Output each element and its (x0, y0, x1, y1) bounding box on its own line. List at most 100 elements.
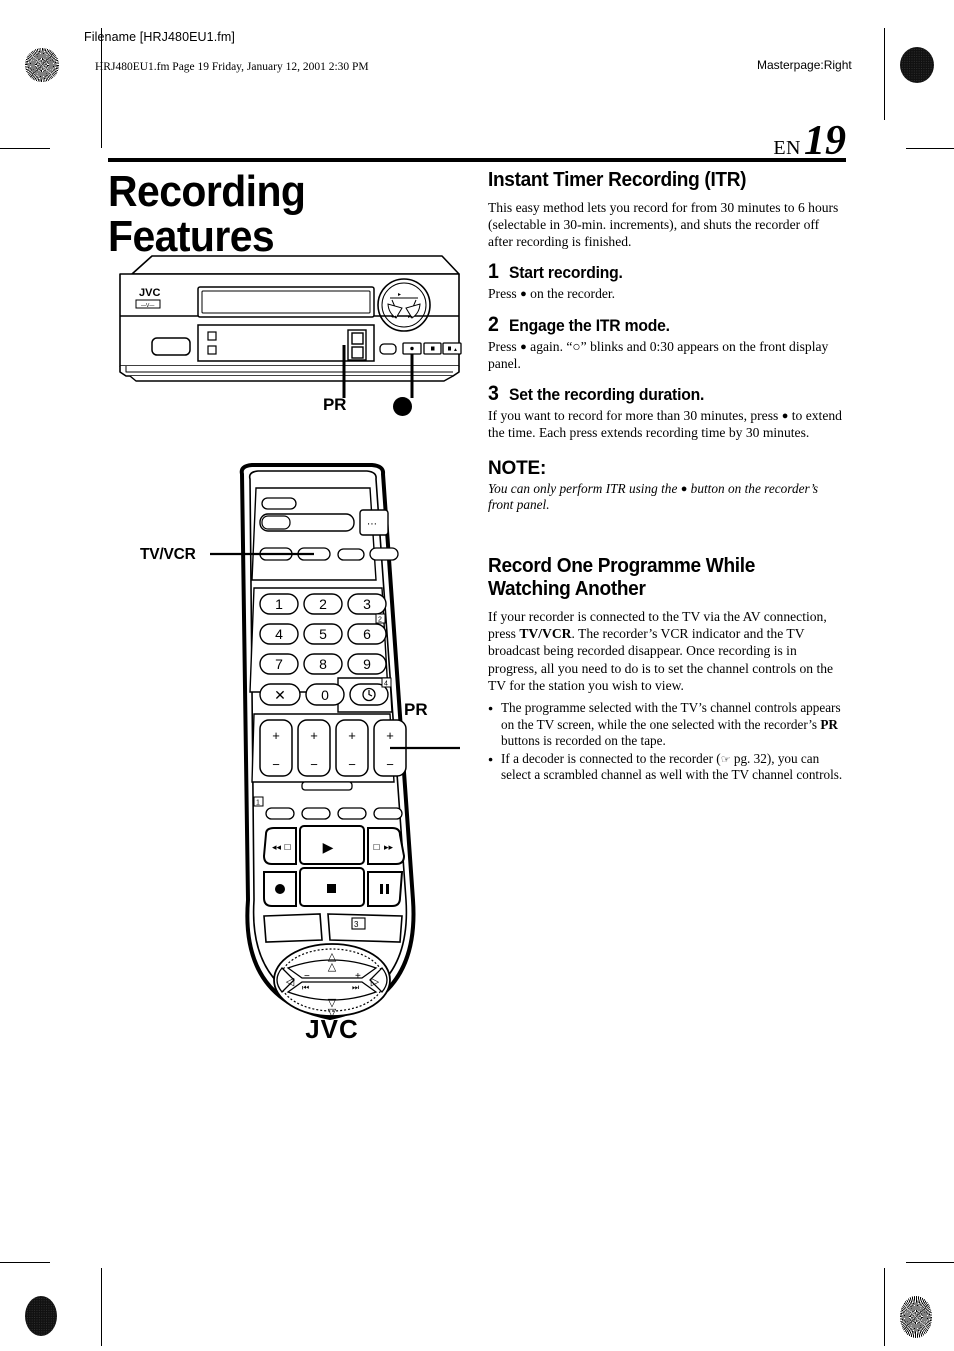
svg-text:+: + (272, 728, 280, 743)
note-heading: NOTE: (488, 457, 547, 479)
note-body-pre: You can only perform ITR using the (488, 480, 681, 496)
svg-text:☐: ☐ (373, 843, 380, 852)
remote-pr-callout-label: PR (404, 700, 428, 719)
svg-text:1: 1 (275, 596, 283, 612)
registration-mark-bottom-right (869, 1291, 895, 1317)
bullet-2-text-a: If a decoder is connected to the recorde… (501, 750, 721, 766)
svg-text:+: + (348, 728, 356, 743)
step-2: 2 Engage the ITR mode. (488, 314, 846, 336)
svg-text:▶: ▶ (323, 840, 334, 856)
step-1-body-post: on the recorder. (526, 286, 616, 302)
list-item: The programme selected with the TV’s cha… (488, 700, 846, 750)
svg-text:⋯: ⋯ (367, 519, 377, 530)
svg-text:4: 4 (275, 626, 283, 642)
registration-mark-top-left (70, 52, 96, 78)
page-root: Filename [HRJ480EU1.fm] HRJ480EU1.fm Pag… (0, 0, 954, 1351)
step-1-number: 1 (488, 260, 499, 284)
registration-mark-mid-left (21, 660, 47, 686)
svg-text:◁: ◁ (286, 975, 295, 988)
step-3-title: Set the recording duration. (508, 386, 704, 405)
registration-mark-lower-right-corner (918, 1228, 944, 1254)
section-2-bullet-list: The programme selected with the TV’s cha… (488, 700, 846, 784)
step-3-number: 3 (488, 382, 499, 406)
pointing-hand-icon: ☞ (720, 752, 731, 766)
svg-text:✕: ✕ (274, 687, 286, 703)
svg-text:−: − (386, 757, 394, 772)
svg-text:2: 2 (319, 596, 327, 612)
remote-illustration: ⋯ 1 2 3 4 5 6 7 8 9 2 ✕ 0 4 +− +− +− +− … (210, 463, 460, 1044)
svg-text:6: 6 (363, 626, 371, 642)
svg-text:7: 7 (275, 656, 283, 672)
record-dot-icon: ● (520, 340, 527, 353)
left-column: Recording Features (108, 167, 468, 261)
svg-text:▸: ▸ (398, 291, 401, 298)
remote-figure: ⋯ 1 2 3 4 5 6 7 8 9 2 ✕ 0 4 + − + − + − … (210, 460, 460, 1044)
page-title: Recording Features (108, 167, 306, 261)
halftone-target-bottom-left (25, 1296, 57, 1336)
step-1-body: Press ● on the recorder. (488, 285, 846, 302)
section-2-paragraph: If your recorder is connected to the TV … (488, 608, 846, 694)
header-rule (108, 158, 846, 162)
svg-text:△: △ (328, 960, 337, 973)
svg-text:9: 9 (363, 656, 371, 672)
svg-text:+: + (355, 971, 361, 982)
step-3-body-pre: If you want to record for more than 30 m… (488, 408, 782, 424)
svg-text:▸▸: ▸▸ (408, 314, 414, 320)
halftone-target-top-right (900, 47, 934, 83)
right-column: Instant Timer Recording (ITR) This easy … (488, 168, 846, 785)
step-1-title: Start recording. (508, 264, 623, 283)
step-3-body: If you want to record for more than 30 m… (488, 407, 846, 442)
svg-text:2: 2 (378, 617, 382, 624)
svg-text:◂◂: ◂◂ (272, 843, 282, 853)
crop-line-left-bottom (101, 1268, 102, 1346)
vcr-record-callout-icon (393, 397, 412, 416)
svg-text:☐: ☐ (284, 843, 291, 852)
svg-text:−: − (310, 757, 318, 772)
registration-mark-upper-right-corner (918, 126, 944, 152)
svg-text:▲: ▲ (453, 347, 458, 353)
registration-mark-bottom-left (70, 1291, 96, 1317)
registration-mark-bottom-center (465, 1291, 491, 1317)
crop-line-bottom-left (0, 1262, 50, 1263)
list-item: If a decoder is connected to the recorde… (488, 751, 846, 784)
bullet-1-text-a: The programme selected with the TV’s cha… (501, 700, 841, 732)
svg-text:−: − (272, 757, 280, 772)
vcr-pr-callout-label: PR (323, 395, 347, 414)
section-heading-itr: Instant Timer Recording (ITR) (488, 168, 747, 191)
registration-mark-mid-right (918, 660, 944, 686)
crop-line-bottom-right (906, 1262, 954, 1263)
svg-text:⏮: ⏮ (302, 983, 309, 992)
halftone-target-top-left (25, 48, 59, 82)
step-2-number: 2 (488, 312, 499, 336)
svg-text:−: − (304, 971, 310, 982)
step-2-body: Press ● again. “○” blinks and 0:30 appea… (488, 338, 846, 373)
svg-text:3: 3 (363, 596, 371, 612)
registration-mark-upper-left-corner (21, 126, 47, 152)
remote-tvvcr-callout-label: TV/VCR (140, 546, 196, 563)
note-body: You can only perform ITR using the ● but… (488, 481, 846, 514)
pr-bold-ref: PR (820, 716, 838, 732)
step-2-title: Engage the ITR mode. (508, 316, 670, 335)
step-1-body-pre: Press (488, 286, 521, 302)
vcr-brand-text: JVC (139, 287, 160, 299)
crop-line-left (101, 28, 102, 148)
svg-text:▸▸: ▸▸ (384, 843, 394, 853)
section-2: Record One Programme While Watching Anot… (488, 554, 846, 784)
svg-text:—V—: —V— (141, 303, 154, 309)
svg-text:◂◂: ◂◂ (391, 314, 397, 320)
registration-mark-lower-left-corner (21, 1228, 47, 1254)
record-dot-icon: ● (520, 288, 527, 301)
svg-text:+: + (386, 728, 394, 743)
registration-mark-top-right (869, 51, 895, 77)
step-2-body-pre: Press (488, 338, 521, 354)
filename-slug: Filename [HRJ480EU1.fm] (84, 30, 235, 44)
language-code: EN (773, 137, 801, 159)
section-heading-record-one: Record One Programme While Watching Anot… (488, 553, 755, 601)
itr-intro-paragraph: This easy method lets you record for fro… (488, 199, 839, 250)
vcr-illustration: JVC —V— ▸ ◂◂ ▸▸ ▲ (119, 255, 462, 398)
halftone-target-bottom-right (900, 1296, 932, 1338)
svg-text:+: + (310, 728, 318, 743)
step-3: 3 Set the recording duration. (488, 383, 846, 405)
svg-text:▷: ▷ (371, 975, 380, 988)
svg-text:8: 8 (319, 656, 327, 672)
